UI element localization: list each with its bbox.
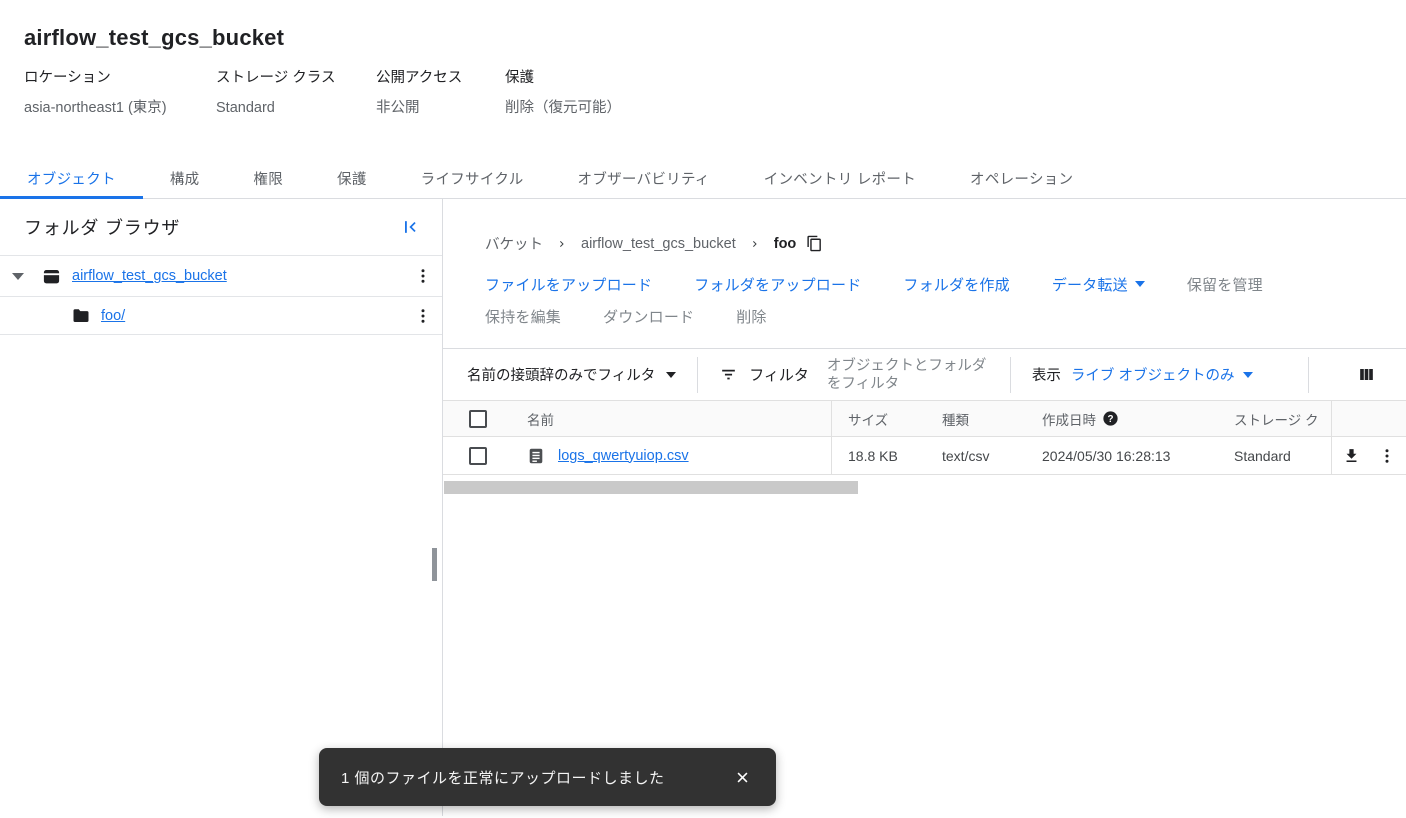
tree-folder-link[interactable]: foo/ bbox=[101, 308, 125, 324]
column-header-size: サイズ bbox=[831, 401, 926, 436]
meta-storage-class: ストレージ クラス Standard bbox=[216, 70, 376, 117]
cell-size: 18.8 KB bbox=[831, 437, 926, 474]
meta-value: Standard bbox=[216, 100, 376, 117]
tab-configuration[interactable]: 構成 bbox=[143, 159, 227, 198]
column-header-name: 名前 bbox=[527, 409, 554, 429]
divider bbox=[1010, 357, 1011, 393]
meta-location: ロケーション asia-northeast1 (東京) bbox=[24, 70, 216, 117]
file-icon bbox=[527, 447, 545, 465]
folder-menu-icon[interactable] bbox=[414, 307, 432, 325]
meta-label: 保護 bbox=[505, 70, 621, 86]
filter-button-label: フィルタ bbox=[749, 364, 809, 385]
show-value-label: ライブ オブジェクトのみ bbox=[1071, 364, 1235, 385]
horizontal-scrollbar[interactable] bbox=[444, 481, 858, 494]
bucket-header: airflow_test_gcs_bucket ロケーション asia-nort… bbox=[0, 0, 1406, 117]
tab-inventory-reports[interactable]: インベントリ レポート bbox=[737, 159, 943, 198]
bucket-menu-icon[interactable] bbox=[414, 267, 432, 285]
cell-type: text/csv bbox=[926, 437, 1026, 474]
svg-text:?: ? bbox=[1107, 414, 1113, 425]
bucket-tabs: オブジェクト 構成 権限 保護 ライフサイクル オブザーバビリティ インベントリ… bbox=[0, 159, 1406, 199]
cell-storage-class: Standard bbox=[1218, 437, 1331, 474]
tab-lifecycle[interactable]: ライフサイクル bbox=[394, 159, 551, 198]
tree-bucket-link[interactable]: airflow_test_gcs_bucket bbox=[72, 268, 227, 284]
column-header-storage-class: ストレージ ク bbox=[1218, 401, 1331, 436]
upload-file-button[interactable]: ファイルをアップロード bbox=[485, 274, 652, 295]
chevron-down-icon bbox=[1243, 372, 1253, 378]
filter-bar: 名前の接頭辞のみでフィルタ フィルタ オブジェクトとフォルダをフィルタ 表示 ラ… bbox=[443, 348, 1406, 400]
meta-value: 削除（復元可能） bbox=[505, 100, 621, 117]
meta-label: 公開アクセス bbox=[376, 70, 505, 86]
objects-table-header: 名前 サイズ 種類 作成日時 ? ストレージ ク bbox=[443, 400, 1406, 437]
vertical-scrollbar[interactable] bbox=[432, 548, 437, 581]
tab-operations[interactable]: オペレーション bbox=[943, 159, 1100, 198]
divider bbox=[1308, 357, 1309, 393]
filter-prefix-label: 名前の接頭辞のみでフィルタ bbox=[467, 364, 655, 385]
chevron-right-icon bbox=[556, 238, 568, 250]
download-object-icon[interactable] bbox=[1343, 447, 1360, 464]
meta-protection: 保護 削除（復元可能） bbox=[505, 70, 621, 117]
breadcrumb-bucket-link[interactable]: airflow_test_gcs_bucket bbox=[581, 236, 736, 252]
meta-value: asia-northeast1 (東京) bbox=[24, 100, 216, 117]
meta-value: 非公開 bbox=[376, 100, 505, 117]
filter-list-icon bbox=[719, 365, 738, 384]
show-objects-dropdown[interactable]: ライブ オブジェクトのみ bbox=[1071, 364, 1254, 385]
column-header-created: 作成日時 ? bbox=[1026, 401, 1218, 436]
objects-filter-input[interactable]: オブジェクトとフォルダをフィルタ bbox=[827, 357, 989, 393]
folder-browser-panel: フォルダ ブラウザ airflow_test_gcs_bucket foo/ bbox=[0, 199, 443, 816]
object-menu-icon[interactable] bbox=[1378, 447, 1396, 465]
meta-label: ロケーション bbox=[24, 70, 216, 86]
edit-retention-button[interactable]: 保持を編集 bbox=[485, 306, 561, 327]
chevron-right-icon bbox=[749, 238, 761, 250]
collapse-panel-icon[interactable] bbox=[400, 217, 420, 237]
data-transfer-menu-button[interactable]: データ転送 bbox=[1052, 274, 1145, 295]
bucket-icon bbox=[42, 267, 61, 286]
page-title: airflow_test_gcs_bucket bbox=[24, 24, 1382, 52]
object-actions-toolbar: ファイルをアップロード フォルダをアップロード フォルダを作成 データ転送 保留… bbox=[485, 268, 1406, 332]
tab-objects[interactable]: オブジェクト bbox=[0, 159, 143, 198]
divider bbox=[697, 357, 698, 393]
download-button[interactable]: ダウンロード bbox=[603, 306, 694, 327]
breadcrumb: バケット airflow_test_gcs_bucket foo bbox=[485, 233, 1406, 254]
create-folder-button[interactable]: フォルダを作成 bbox=[903, 274, 1009, 295]
filter-button[interactable]: フィルタ bbox=[719, 364, 809, 385]
filter-prefix-dropdown[interactable]: 名前の接頭辞のみでフィルタ bbox=[467, 364, 676, 385]
delete-button[interactable]: 削除 bbox=[736, 306, 766, 327]
tree-expand-icon[interactable] bbox=[12, 273, 24, 280]
objects-panel: バケット airflow_test_gcs_bucket foo ファイルをアッ… bbox=[443, 199, 1406, 816]
show-filter-group: 表示 ライブ オブジェクトのみ bbox=[1032, 364, 1254, 385]
row-checkbox[interactable] bbox=[469, 447, 487, 465]
manage-holds-button[interactable]: 保留を管理 bbox=[1187, 274, 1263, 295]
upload-success-snackbar: 1 個のファイルを正常にアップロードしました bbox=[319, 748, 776, 806]
tree-row-folder: foo/ bbox=[0, 297, 442, 335]
snackbar-message: 1 個のファイルを正常にアップロードしました bbox=[341, 767, 665, 788]
close-icon[interactable] bbox=[729, 764, 756, 791]
chevron-down-icon bbox=[1135, 281, 1145, 287]
table-row: logs_qwertyuiop.csv 18.8 KB text/csv 202… bbox=[443, 437, 1406, 475]
breadcrumb-buckets-link[interactable]: バケット bbox=[485, 233, 543, 254]
data-transfer-label: データ転送 bbox=[1052, 274, 1128, 295]
chevron-down-icon bbox=[666, 372, 676, 378]
meta-label: ストレージ クラス bbox=[216, 70, 376, 86]
help-icon[interactable]: ? bbox=[1103, 411, 1118, 426]
copy-path-icon[interactable] bbox=[806, 235, 823, 252]
tab-protection[interactable]: 保護 bbox=[310, 159, 394, 198]
column-header-type: 種類 bbox=[926, 401, 1026, 436]
object-link[interactable]: logs_qwertyuiop.csv bbox=[558, 448, 689, 464]
breadcrumb-current-folder: foo bbox=[774, 236, 797, 252]
tab-observability[interactable]: オブザーバビリティ bbox=[551, 159, 737, 198]
select-all-checkbox[interactable] bbox=[469, 410, 487, 428]
show-label: 表示 bbox=[1032, 364, 1061, 385]
column-header-created-label: 作成日時 bbox=[1042, 409, 1096, 429]
folder-browser-title: フォルダ ブラウザ bbox=[24, 214, 180, 240]
meta-public-access: 公開アクセス 非公開 bbox=[376, 70, 505, 117]
column-display-options-icon[interactable] bbox=[1357, 365, 1376, 384]
tree-row-bucket: airflow_test_gcs_bucket bbox=[0, 256, 442, 297]
column-header-actions bbox=[1331, 401, 1406, 436]
upload-folder-button[interactable]: フォルダをアップロード bbox=[694, 274, 861, 295]
bucket-meta: ロケーション asia-northeast1 (東京) ストレージ クラス St… bbox=[24, 70, 1382, 117]
cell-created: 2024/05/30 16:28:13 bbox=[1026, 437, 1218, 474]
folder-icon bbox=[72, 307, 90, 325]
tab-permissions[interactable]: 権限 bbox=[226, 159, 310, 198]
